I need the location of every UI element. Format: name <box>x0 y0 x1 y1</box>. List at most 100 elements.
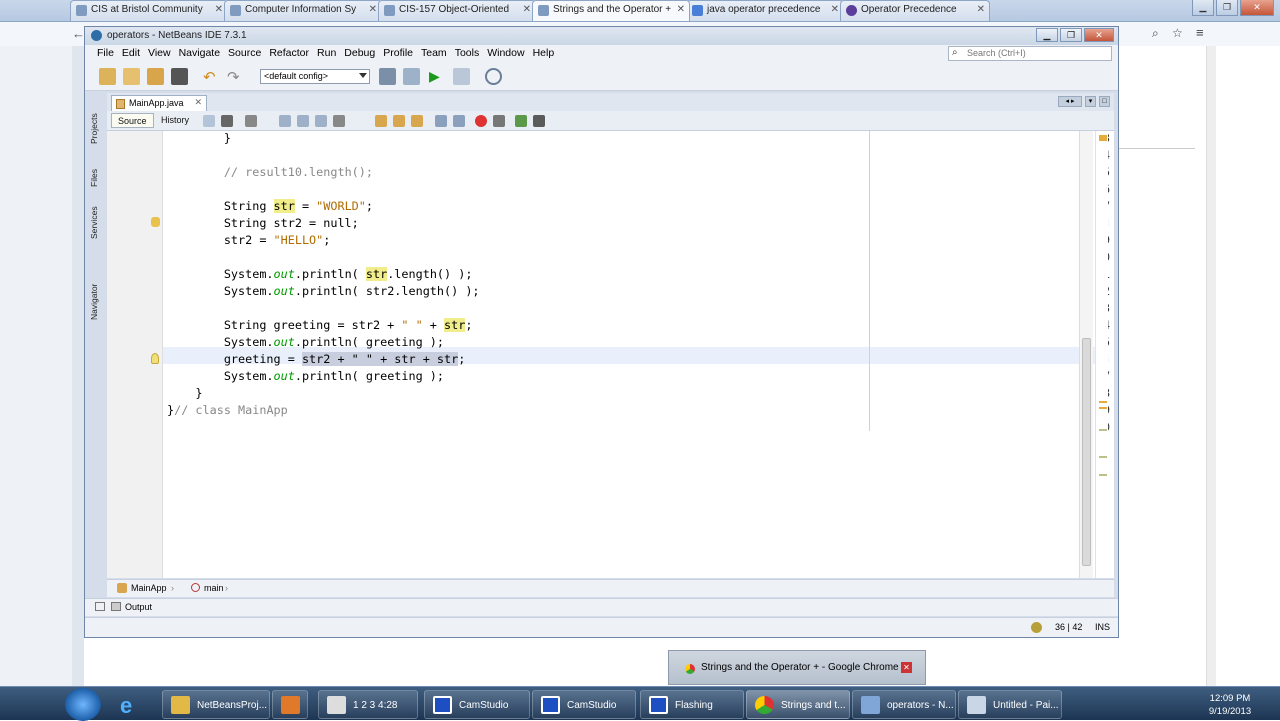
record-macro-icon[interactable] <box>475 115 487 127</box>
internet-explorer-icon[interactable]: e <box>120 693 144 718</box>
browser-tab-active[interactable]: Strings and the Operator + ✕ <box>532 0 690 21</box>
debug-icon[interactable] <box>453 68 470 85</box>
taskbar-item[interactable]: 1 2 3 4:28 <box>318 690 418 719</box>
bookmark-previous-icon[interactable] <box>375 115 387 127</box>
restore-button[interactable]: ❐ <box>1060 28 1082 42</box>
browser-tab[interactable]: Operator Precedence ✕ <box>840 0 990 21</box>
minimize-button[interactable]: ▁ <box>1192 0 1214 16</box>
taskbar-item-active[interactable]: Strings and t... <box>746 690 850 719</box>
occurrence-marker[interactable] <box>1099 474 1107 476</box>
find-icon[interactable] <box>279 115 291 127</box>
shift-right-icon[interactable] <box>453 115 465 127</box>
menu-team[interactable]: Team <box>417 45 451 63</box>
browser-tab[interactable]: CIS-157 Object-Oriented ✕ <box>378 0 536 21</box>
browser-tab[interactable]: Computer Information Sy ✕ <box>224 0 382 21</box>
minimize-button[interactable]: ▁ <box>1036 28 1058 42</box>
tab-history[interactable]: History <box>155 113 195 128</box>
close-button[interactable]: ✕ <box>1240 0 1274 16</box>
services-tab[interactable]: Services <box>89 205 105 241</box>
close-icon[interactable]: ✕ <box>831 4 839 15</box>
search-input[interactable]: ⌕ Search (Ctrl+I) <box>948 46 1112 61</box>
close-button[interactable]: ✕ <box>1084 28 1114 42</box>
occurrence-marker[interactable] <box>1099 429 1107 431</box>
menu-navigate[interactable]: Navigate <box>175 45 224 63</box>
taskbar-item[interactable]: CamStudio <box>532 690 636 719</box>
build-icon[interactable] <box>379 68 396 85</box>
menu-file[interactable]: File <box>93 45 118 63</box>
file-tab[interactable]: MainApp.java ✕ <box>111 95 207 111</box>
close-icon[interactable]: ✕ <box>677 4 685 15</box>
undo-icon[interactable]: ↶ <box>203 68 220 86</box>
browser-tab[interactable]: java operator precedence ✕ <box>686 0 844 21</box>
editor-scrollbar[interactable] <box>1079 131 1093 578</box>
last-edit-icon[interactable] <box>221 115 233 127</box>
chrome-notification[interactable]: Strings and the Operator + - Google Chro… <box>668 650 926 685</box>
tab-source[interactable]: Source <box>111 113 154 128</box>
comment-icon[interactable] <box>515 115 527 127</box>
back-icon[interactable] <box>203 115 215 127</box>
taskbar-item[interactable]: Flashing <box>640 690 744 719</box>
notification-icon[interactable] <box>1031 622 1042 633</box>
breadcrumb-method[interactable]: main <box>204 583 224 593</box>
menu-debug[interactable]: Debug <box>340 45 379 63</box>
warning-marker[interactable] <box>1099 407 1107 409</box>
warning-marker[interactable] <box>1099 401 1107 403</box>
warning-icon[interactable] <box>151 217 160 227</box>
close-icon[interactable]: ✕ <box>977 4 985 15</box>
close-icon[interactable]: ✕ <box>194 97 202 108</box>
menu-window[interactable]: Window <box>483 45 528 63</box>
close-icon[interactable]: ✕ <box>369 4 377 15</box>
taskbar-item[interactable]: CamStudio <box>424 690 530 719</box>
menu-profile[interactable]: Profile <box>379 45 417 63</box>
menu-help[interactable]: Help <box>529 45 559 63</box>
close-icon[interactable]: ✕ <box>215 4 223 15</box>
output-tab[interactable]: Output <box>125 602 152 612</box>
menu-run[interactable]: Run <box>313 45 340 63</box>
scrollbar-thumb[interactable] <box>1082 338 1091 566</box>
breadcrumb-class[interactable]: MainApp <box>131 583 167 593</box>
files-tab[interactable]: Files <box>89 165 105 191</box>
taskbar-item[interactable]: Untitled - Pai... <box>958 690 1062 719</box>
menu-tools[interactable]: Tools <box>451 45 484 63</box>
menu-icon[interactable]: ≡ <box>1196 25 1204 40</box>
code-editor[interactable]: 23 24 25 26 27 28 29 30 31 32 33 34 35 3… <box>107 131 1114 578</box>
new-file-icon[interactable] <box>99 68 116 85</box>
star-icon[interactable]: ☆ <box>1172 26 1183 40</box>
scroll-tabs-button[interactable]: ◂ ▸ <box>1058 96 1082 107</box>
uncomment-icon[interactable] <box>533 115 545 127</box>
toggle-bookmark-icon[interactable] <box>411 115 423 127</box>
profile-icon[interactable] <box>485 68 502 85</box>
taskbar-item[interactable] <box>272 690 308 719</box>
shift-left-icon[interactable] <box>435 115 447 127</box>
new-project-icon[interactable] <box>123 68 140 85</box>
restore-button[interactable]: ❐ <box>1216 0 1238 16</box>
open-project-icon[interactable] <box>147 68 164 85</box>
navigator-tab[interactable]: Navigator <box>89 279 105 325</box>
menu-source[interactable]: Source <box>224 45 265 63</box>
save-all-icon[interactable] <box>171 68 188 85</box>
toggle-highlight-icon[interactable] <box>333 115 345 127</box>
occurrence-marker[interactable] <box>1099 456 1107 458</box>
projects-tab[interactable]: Projects <box>89 109 105 149</box>
zoom-icon[interactable]: ⌕ <box>1152 26 1159 41</box>
run-icon[interactable]: ▶ <box>429 68 446 85</box>
lightbulb-icon[interactable] <box>151 353 159 364</box>
show-docs-list-button[interactable]: ▾ <box>1085 96 1096 107</box>
taskbar-item[interactable]: NetBeansProj... <box>162 690 270 719</box>
browser-scrollbar[interactable] <box>1206 46 1216 686</box>
find-previous-icon[interactable] <box>297 115 309 127</box>
close-icon[interactable]: ✕ <box>901 662 912 673</box>
redo-icon[interactable]: ↷ <box>227 68 244 86</box>
system-tray-clock[interactable]: 12:09 PM 9/19/2013 <box>1180 687 1280 721</box>
close-icon[interactable]: ✕ <box>523 4 531 15</box>
find-next-icon[interactable] <box>315 115 327 127</box>
browser-tab[interactable]: CIS at Bristol Community ✕ <box>70 0 228 21</box>
menu-edit[interactable]: Edit <box>118 45 144 63</box>
start-button[interactable] <box>65 688 101 721</box>
menu-refactor[interactable]: Refactor <box>265 45 313 63</box>
config-select[interactable]: <default config> <box>260 69 370 84</box>
maximize-button[interactable]: □ <box>1099 96 1110 107</box>
bookmark-next-icon[interactable] <box>393 115 405 127</box>
taskbar-item[interactable]: operators - N... <box>852 690 956 719</box>
menu-view[interactable]: View <box>144 45 175 63</box>
